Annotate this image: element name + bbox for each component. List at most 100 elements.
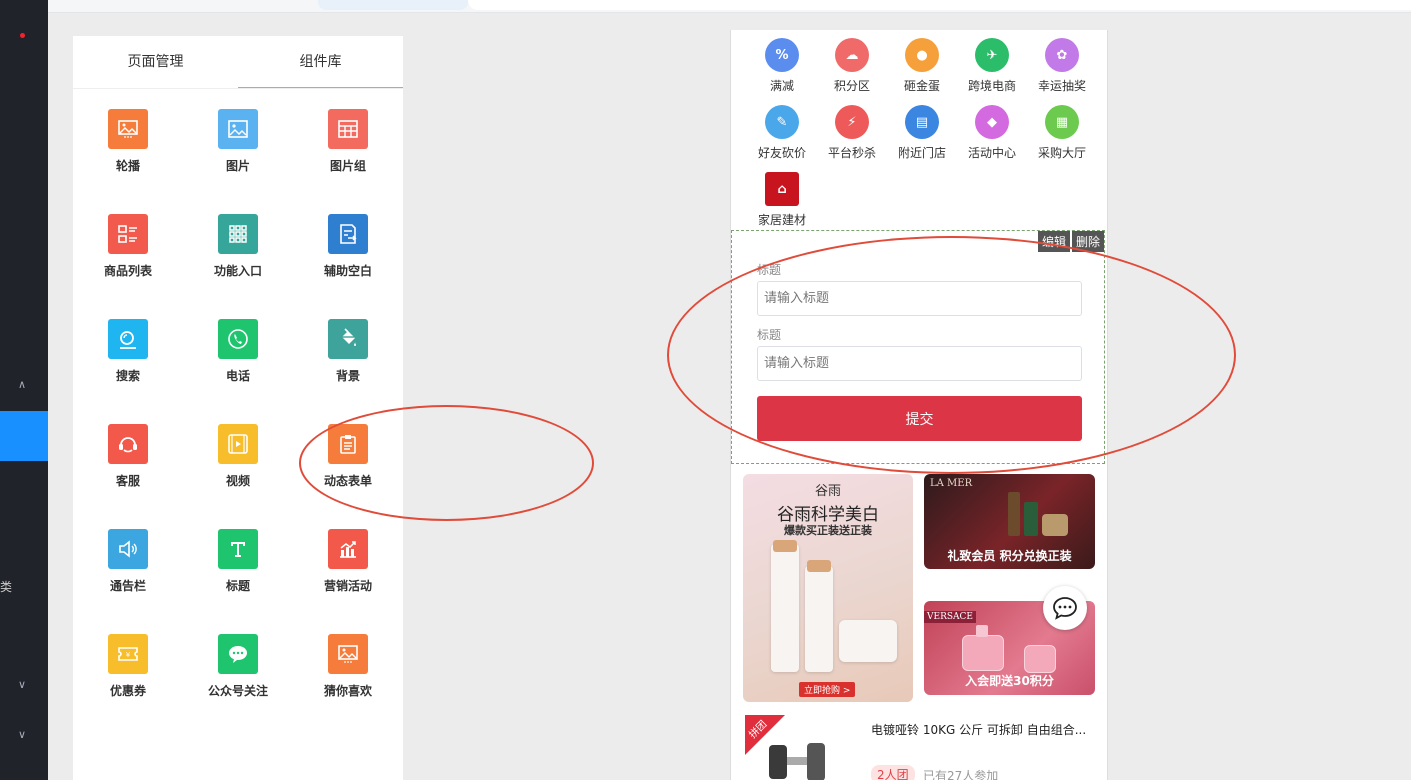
submit-button[interactable]: 提交 [757,396,1082,441]
entry-item[interactable]: ▦ 采购大厅 [1027,97,1097,164]
product-jar [839,620,897,662]
function-entry-grid: % 满减 ☁ 积分区 ● 砸金蛋 ✈ 跨境电商 ✿ 幸运抽奖 ✎ 好友砍价 ⚡ 平台秒杀 ▤ 附近门店 ◆ 活动中… [747,30,1097,231]
component-label: 辅助空白 [323,264,372,278]
component-item[interactable]: 客服 [73,404,183,509]
entry-label: 幸运抽奖 [1037,79,1086,93]
chevron-down-icon[interactable]: ∨ [14,728,30,741]
component-label: 电话 [225,369,250,383]
bargain-icon: ✎ [765,105,799,139]
component-item[interactable]: 公众号关注 [183,614,293,719]
group-size-badge: 2人团 [871,765,915,780]
notification-dot [20,33,25,38]
headset-icon [108,424,148,464]
flash-sale-icon: ⚡ [835,105,869,139]
product-title: 电镀哑铃 10KG 公斤 可拆卸 自由组合... [871,723,1087,737]
speaker-icon [108,529,148,569]
tab-component-library[interactable]: 组件库 [238,36,403,88]
product-bottle [771,544,799,672]
clipboard-icon [328,424,368,464]
component-item[interactable]: 通告栏 [73,509,183,614]
entry-item[interactable]: ✎ 好友砍价 [747,97,817,164]
top-tab-strip [468,0,1411,10]
entry-item[interactable]: ⌂ 家居建材 [747,164,817,231]
phone-icon [218,319,258,359]
image-icon [218,109,258,149]
entry-item[interactable]: ✈ 跨境电商 [957,30,1027,97]
buy-now-button[interactable]: 立即抢购 > [799,682,856,697]
title-input[interactable] [757,346,1082,381]
perfume-cap [976,625,988,637]
banner-guyu[interactable]: 谷雨 谷雨科学美白 爆款买正装送正装 立即抢购 > [743,474,913,702]
chat-bubble-button[interactable] [1043,586,1087,630]
panel-tabs: 页面管理 组件库 [73,36,403,89]
entry-label: 砸金蛋 [903,79,940,93]
top-tab[interactable] [318,0,468,10]
product-bottle [1024,502,1038,536]
entry-label: 附近门店 [897,146,946,160]
delete-button[interactable]: 删除 [1071,231,1104,252]
sidebar-item-label[interactable]: 类 [0,578,12,595]
component-label: 背景 [335,369,360,383]
banner-lamer[interactable]: LA MER 礼致会员 积分兑换正装 [924,474,1095,569]
entry-item[interactable]: ● 砸金蛋 [887,30,957,97]
carousel-icon [108,109,148,149]
component-item[interactable]: 动态表单 [293,404,403,509]
chart-icon [328,529,368,569]
component-item[interactable]: 轮播 [73,89,183,194]
component-label: 商品列表 [103,264,152,278]
component-label: 客服 [115,474,140,488]
chevron-up-icon[interactable]: ∧ [14,378,30,391]
component-item[interactable]: 猜你喜欢 [293,614,403,719]
banner-caption: 礼致会员 积分兑换正装 [947,549,1072,563]
chevron-down-icon[interactable]: ∨ [14,678,30,691]
component-item[interactable]: 电话 [183,299,293,404]
blank-icon [328,214,368,254]
joined-count: 已有27人参加 [923,769,999,780]
component-item[interactable]: 图片组 [293,89,403,194]
component-label: 功能入口 [213,264,262,278]
product-jar [1042,514,1068,536]
entry-item[interactable]: ▤ 附近门店 [887,97,957,164]
entry-item[interactable]: ◆ 活动中心 [957,97,1027,164]
component-item[interactable]: 背景 [293,299,403,404]
component-item[interactable]: 视频 [183,404,293,509]
edit-button[interactable]: 编辑 [1037,231,1070,252]
entry-item[interactable]: % 满减 [747,30,817,97]
paint-bucket-icon [328,319,368,359]
entry-label: 满减 [769,79,794,93]
discount-icon: % [765,38,799,72]
purchase-icon: ▦ [1045,105,1079,139]
tab-page-management[interactable]: 页面管理 [73,36,238,88]
title-icon [218,529,258,569]
component-item[interactable]: 商品列表 [73,194,183,299]
component-label: 动态表单 [323,474,372,488]
component-grid: 轮播 图片 图片组商品列表 功能入口 辅助空白搜索 电话 背景客服 视频 动态表单通告栏 标题 营销… [73,89,403,719]
entry-item[interactable]: ☁ 积分区 [817,30,887,97]
top-tab-bar [48,0,1411,13]
component-item[interactable]: 营销活动 [293,509,403,614]
entry-label: 平台秒杀 [827,146,876,160]
chat-icon [1053,597,1077,620]
component-item[interactable]: 图片 [183,89,293,194]
golden-egg-icon: ● [905,38,939,72]
sidebar-active-item[interactable] [0,411,48,461]
dynamic-form-block[interactable]: 编辑 删除 标题 标题 提交 [731,230,1105,464]
title-input[interactable] [757,281,1082,316]
component-item[interactable]: 辅助空白 [293,194,403,299]
group-buy-tag: 拼团 [747,718,770,741]
entry-label: 跨境电商 [967,79,1016,93]
entry-item[interactable]: ⚡ 平台秒杀 [817,97,887,164]
dumbbell-image [767,737,827,780]
component-item[interactable]: ¥ 优惠券 [73,614,183,719]
image-group-icon [328,109,368,149]
svg-text:¥: ¥ [126,651,131,659]
component-item[interactable]: 搜索 [73,299,183,404]
group-buy-product[interactable]: 拼团 电镀哑铃 10KG 公斤 可拆卸 自由组合... 2人团 已有27人参加 [731,705,1105,780]
perfume-bottle [1024,645,1056,673]
component-item[interactable]: 功能入口 [183,194,293,299]
perfume-bottle [962,635,1004,671]
bottle-cap [807,560,831,572]
component-item[interactable]: 标题 [183,509,293,614]
entry-item[interactable]: ✿ 幸运抽奖 [1027,30,1097,97]
component-label: 优惠券 [109,684,146,698]
